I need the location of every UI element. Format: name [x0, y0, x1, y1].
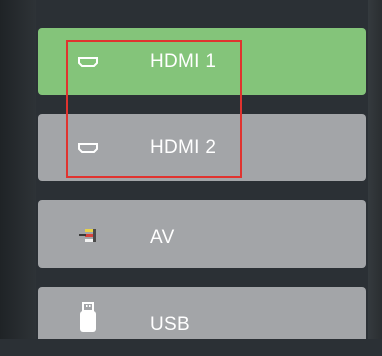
hdmi-icon: [74, 50, 102, 74]
source-item-av[interactable]: AV: [38, 200, 366, 268]
source-label: USB: [150, 314, 190, 335]
background-right-panel: [368, 0, 382, 356]
hdmi-icon: [74, 136, 102, 160]
background-left-panel: [0, 0, 36, 356]
source-label: HDMI 2: [150, 137, 217, 158]
source-item-hdmi-1[interactable]: HDMI 1: [38, 28, 366, 95]
av-cable-icon: [74, 223, 102, 247]
usb-drive-icon: [74, 301, 102, 335]
source-item-usb[interactable]: USB: [38, 287, 366, 339]
source-label: HDMI 1: [150, 51, 217, 72]
bottom-edge: [0, 339, 382, 356]
input-source-list: HDMI 1 HDMI 2 AV USB: [38, 0, 366, 356]
source-item-hdmi-2[interactable]: HDMI 2: [38, 114, 366, 181]
source-label: AV: [150, 227, 175, 248]
